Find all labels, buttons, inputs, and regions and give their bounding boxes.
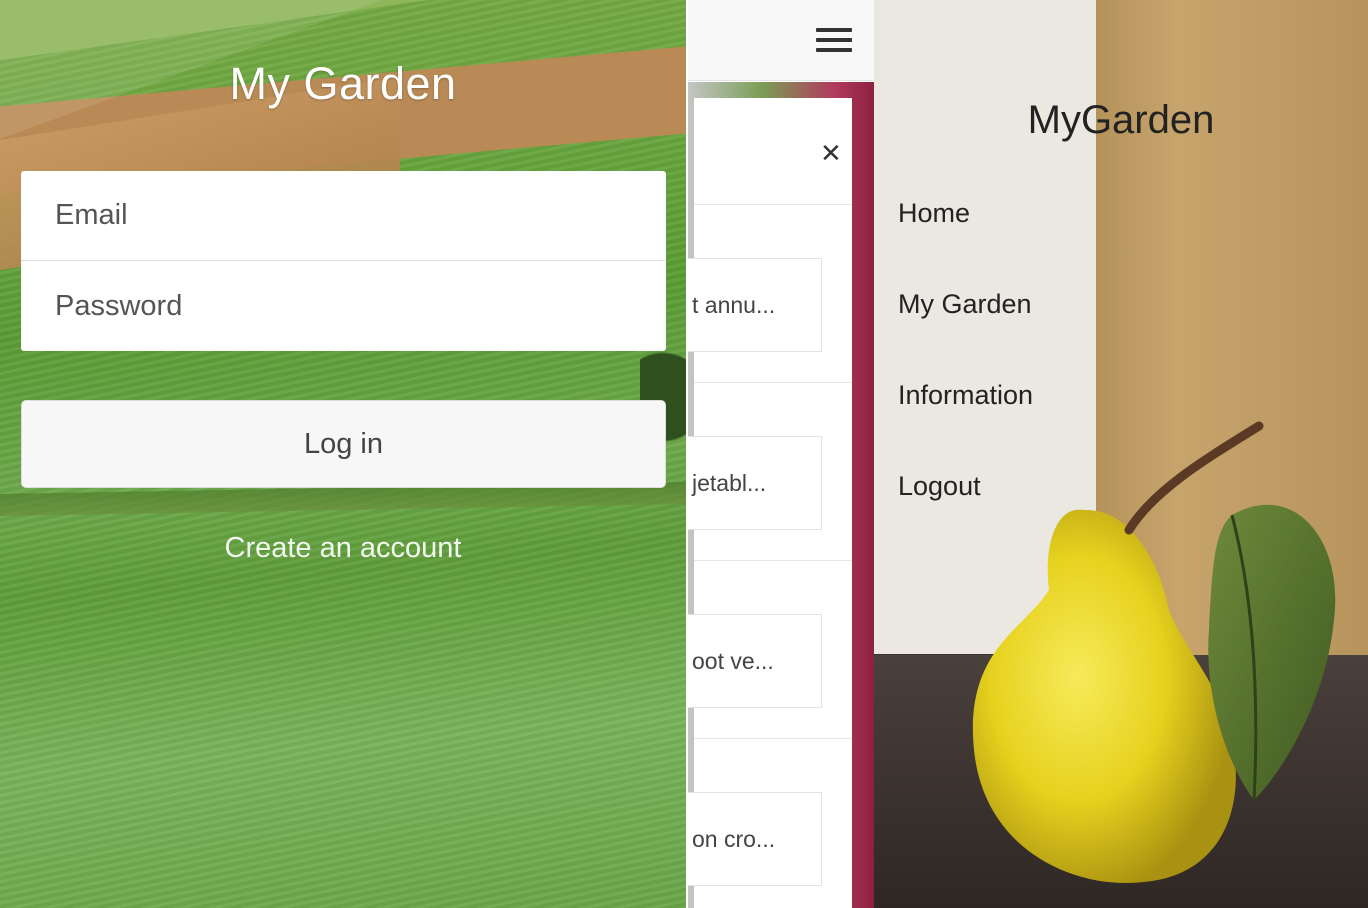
list-item[interactable]: t annu... [688,258,822,352]
password-field[interactable] [53,288,637,324]
close-icon[interactable]: ✕ [820,140,842,166]
menu-item-my-garden[interactable]: My Garden [898,281,1033,372]
menu-item-home[interactable]: Home [898,190,1033,281]
list-item[interactable]: on cro... [688,792,822,886]
list-divider [694,560,852,561]
login-screen: My Garden Log in Create an account [0,0,686,908]
menu-title: MyGarden [1027,98,1215,142]
email-row [21,171,666,261]
login-button[interactable]: Log in [21,400,666,488]
list-item[interactable]: jetabl... [688,436,822,530]
login-form [21,171,666,351]
list-divider [694,738,852,739]
list-header [688,0,874,81]
menu-item-logout[interactable]: Logout [898,463,1033,554]
list-divider [694,204,852,205]
password-row [21,261,666,351]
side-menu: MyGarden Home My Garden Information Logo… [874,0,1368,908]
list-divider [694,382,852,383]
hamburger-icon[interactable] [816,26,852,56]
list-screen: ✕ t annu... jetabl... oot ve... on cro..… [688,0,874,908]
login-title: My Garden [229,58,457,109]
list-item[interactable]: oot ve... [688,614,822,708]
menu-list: Home My Garden Information Logout [898,190,1033,554]
create-account-link[interactable]: Create an account [0,532,686,565]
menu-item-information[interactable]: Information [898,372,1033,463]
email-field[interactable] [53,198,637,233]
